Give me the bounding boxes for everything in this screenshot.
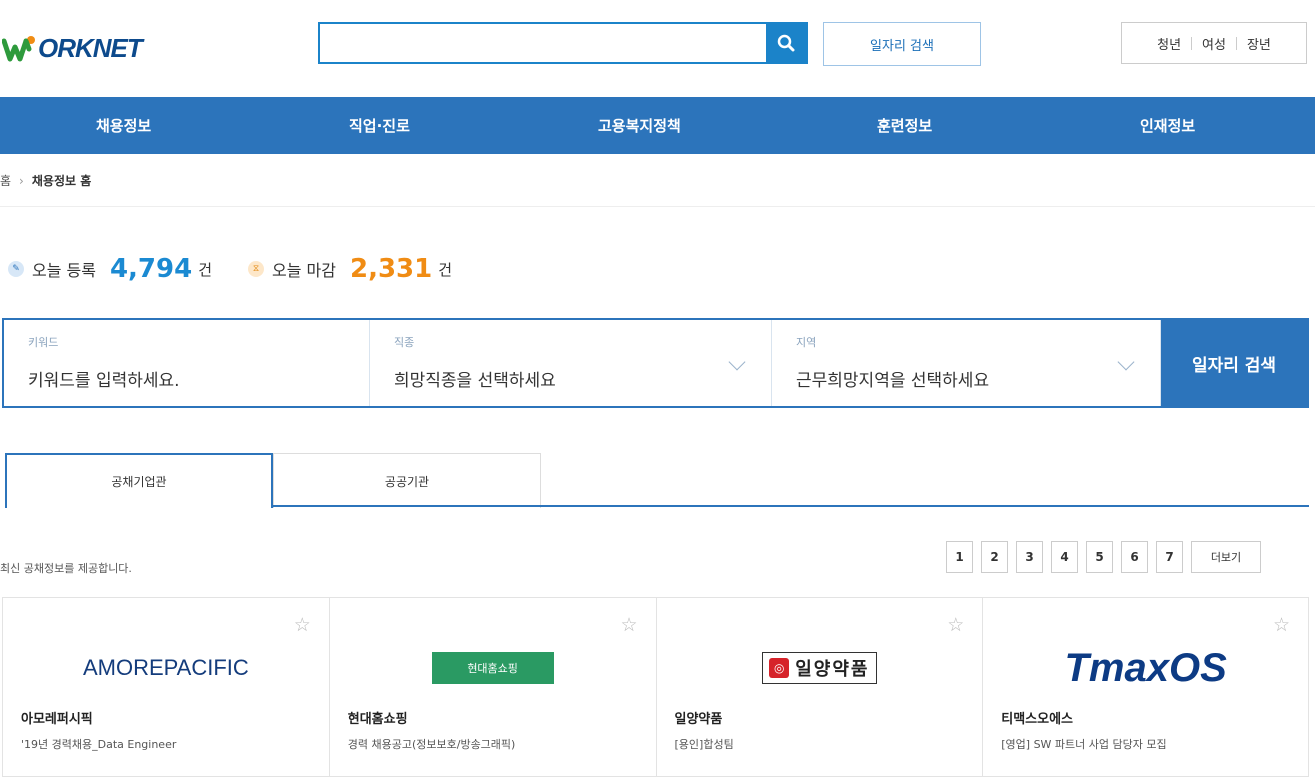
company-name: 현대홈쇼핑 [347,712,408,727]
company-logo-badge: ◎ 일양약품 [762,652,877,684]
search-icon [777,34,795,52]
search-button[interactable] [766,24,806,62]
breadcrumb: 홈 › 채용정보 홈 [0,172,91,189]
company-name: 아모레퍼시픽 [21,712,93,727]
document-icon: ✎ [8,261,24,277]
company-logo-text: 현대홈쇼핑 [467,662,518,675]
job-type-select[interactable]: 직종 희망직종을 선택하세요 [370,320,772,406]
company-card[interactable]: ☆ 현대홈쇼핑 현대홈쇼핑 경력 채용공고(정보보호/방송그래픽) [328,597,656,777]
star-icon[interactable]: ☆ [1273,614,1290,636]
hourglass-icon: ⧖ [248,261,265,277]
registered-label: 오늘 등록 [32,261,96,280]
chevron-down-icon [728,353,746,371]
page-button[interactable]: 3 [1016,541,1043,573]
keyword-field[interactable]: 키워드 키워드를 입력하세요. [4,320,370,406]
company-name: 일양약품 [674,712,723,727]
site-search [318,22,808,64]
closing-label: 오늘 마감 [272,261,336,280]
company-card[interactable]: ☆ ◎ 일양약품 일양약품 [용인]합성팀 [655,597,983,777]
region-select[interactable]: 지역 근무희망지역을 선택하세요 [772,320,1161,406]
job-search-link[interactable]: 일자리 검색 [823,22,981,66]
company-logo-text: TmaxOS [1064,645,1227,690]
nav-item-career[interactable]: 직업·진로 [349,115,410,136]
company-logo-text: 일양약품 [795,659,870,680]
keyword-label: 키워드 [28,336,59,349]
star-icon[interactable]: ☆ [947,614,964,636]
keyword-input[interactable]: 키워드를 입력하세요. [28,366,180,391]
job-title[interactable]: 경력 채용공고(정보보호/방송그래픽) [348,736,516,752]
page-button[interactable]: 6 [1121,541,1148,573]
nav-item-training[interactable]: 훈련정보 [877,115,932,136]
job-title[interactable]: '19년 경력채용_Data Engineer [21,736,176,752]
group-link-senior[interactable]: 장년 [1247,34,1271,53]
page-button[interactable]: 4 [1051,541,1078,573]
today-stats: ✎ 오늘 등록 4,794 건 ⧖ 오늘 마감 2,331 건 [8,254,488,284]
pagination: 1 2 3 4 5 6 7 더보기 [946,541,1261,573]
nav-item-welfare[interactable]: 고용복지정책 [598,115,681,136]
company-card[interactable]: ☆ AMOREPACIFIC 아모레퍼시픽 '19년 경력채용_Data Eng… [2,597,329,777]
worknet-logo[interactable]: ORKNET [2,28,143,68]
divider [1235,36,1237,50]
chevron-down-icon [1117,353,1135,371]
closing-unit: 건 [438,260,453,279]
job-type-value: 희망직종을 선택하세요 [394,371,556,391]
company-tabs: 공채기업관 공공기관 [5,453,1309,508]
registered-count[interactable]: 4,794 [110,254,192,284]
page-button[interactable]: 1 [946,541,973,573]
company-logo: ◎ 일양약품 [657,646,983,690]
breadcrumb-home[interactable]: 홈 [0,172,11,189]
group-links: 청년 여성 장년 [1121,22,1307,64]
site-search-input[interactable] [320,24,760,62]
nav-item-jobs[interactable]: 채용정보 [96,115,151,136]
job-type-label: 직종 [394,336,415,349]
job-search-form: 키워드 키워드를 입력하세요. 직종 희망직종을 선택하세요 지역 근무희망지역… [2,318,1309,408]
divider [271,505,1309,507]
company-logo: 현대홈쇼핑 [330,646,656,690]
star-icon[interactable]: ☆ [620,614,637,636]
worknet-logo-mark [2,36,35,62]
company-card-list: ☆ AMOREPACIFIC 아모레퍼시픽 '19년 경력채용_Data Eng… [2,597,1309,777]
company-logo-text: AMOREPACIFIC [82,655,249,680]
star-icon[interactable]: ☆ [294,614,311,636]
page-button[interactable]: 7 [1156,541,1183,573]
region-value: 근무희망지역을 선택하세요 [796,371,990,391]
group-link-women[interactable]: 여성 [1202,34,1226,53]
company-name: 티맥스오에스 [1001,712,1074,727]
list-description: 최신 공채정보를 제공합니다. [0,562,132,575]
closing-count[interactable]: 2,331 [350,254,432,284]
breadcrumb-current: 채용정보 홈 [31,174,92,188]
page-button[interactable]: 5 [1086,541,1113,573]
more-button[interactable]: 더보기 [1191,541,1261,573]
registered-unit: 건 [198,260,213,279]
job-title[interactable]: [영업] SW 파트너 사업 담당자 모집 [1001,736,1166,752]
region-label: 지역 [796,336,817,349]
company-logo: TmaxOS [983,646,1308,690]
group-link-youth[interactable]: 청년 [1157,34,1181,53]
nav-item-talent[interactable]: 인재정보 [1140,115,1195,136]
company-logo-badge: 현대홈쇼핑 [431,652,554,684]
tab-open-recruitment[interactable]: 공채기업관 [5,453,273,508]
tab-public-institutions[interactable]: 공공기관 [273,453,541,508]
ilyang-mark-icon: ◎ [769,658,790,678]
header: ORKNET 일자리 검색 청년 여성 장년 [0,0,1315,97]
chevron-right-icon: › [19,173,24,188]
job-search-button[interactable]: 일자리 검색 [1161,320,1307,406]
logo-text: ORKNET [38,32,143,63]
main-nav: 채용정보 직업·진로 고용복지정책 훈련정보 인재정보 [0,97,1315,154]
page-button[interactable]: 2 [981,541,1008,573]
divider [1191,36,1193,50]
company-logo: AMOREPACIFIC [3,646,329,690]
company-card[interactable]: ☆ TmaxOS 티맥스오에스 [영업] SW 파트너 사업 담당자 모집 [982,597,1309,777]
job-title[interactable]: [용인]합성팀 [675,736,734,752]
divider [0,206,1315,207]
